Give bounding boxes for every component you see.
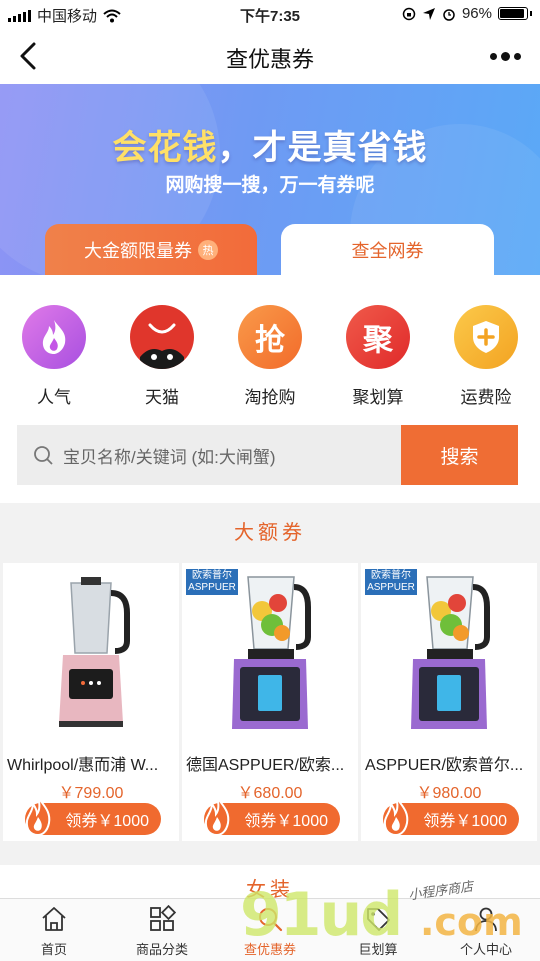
search-input[interactable]: 宝贝名称/关键词 (如:大闸蟹) (17, 425, 401, 485)
page-title: 查优惠券 (225, 47, 314, 72)
tab-coupons[interactable]: 查优惠券 (216, 905, 324, 958)
banner-headline-highlight: 会花钱 (112, 129, 218, 167)
search-button[interactable]: 搜索 (401, 425, 518, 485)
hot-badge: 热 (198, 239, 218, 260)
tab-label: 巨划算 (358, 942, 398, 957)
tag-icon (367, 908, 390, 931)
coupon-label: 领券￥1000 (65, 813, 149, 830)
tab-label: 个人中心 (459, 942, 512, 957)
category-panel: 人气 天猫 抢 淘抢购 聚 聚划算 运费险 宝贝名称/关键词 (如:大闸蟹) 搜… (0, 275, 540, 503)
tab-profile[interactable]: 个人中心 (432, 905, 540, 958)
qiang-icon: 抢 (238, 305, 302, 369)
tab-label: 首页 (40, 942, 67, 957)
product-list: Whirlpool/惠而浦 W... ￥799.00 领券￥1000 欧索普尔 … (0, 563, 540, 843)
category-yunfeixian[interactable]: 运费险 (446, 305, 526, 408)
flame-icon (25, 796, 51, 837)
tab-big-coupons[interactable]: 大金额限量券 热 (45, 224, 257, 275)
search-bar: 宝贝名称/关键词 (如:大闸蟹) 搜索 (17, 425, 518, 485)
shield-plus-icon (454, 305, 518, 369)
product-title: 德国ASPPUER/欧索... (186, 757, 345, 774)
tab-all-web-coupons[interactable]: 查全网券 (281, 224, 494, 275)
rotation-lock-icon (402, 7, 416, 20)
ju-icon: 聚 (346, 305, 410, 369)
location-icon (422, 7, 435, 20)
category-taoqianggou[interactable]: 抢 淘抢购 (230, 305, 310, 408)
category-tmall[interactable]: 天猫 (122, 305, 202, 408)
category-label: 人气 (37, 388, 71, 407)
product-card[interactable]: Whirlpool/惠而浦 W... ￥799.00 领券￥1000 (3, 563, 179, 841)
coupon-label: 领券￥1000 (244, 813, 328, 830)
home-icon (42, 907, 66, 931)
user-icon (475, 907, 497, 932)
tab-home[interactable]: 首页 (0, 905, 108, 958)
tab-categories[interactable]: 商品分类 (108, 905, 216, 958)
alarm-icon (443, 8, 455, 21)
flame-icon (22, 305, 86, 369)
category-renqi[interactable]: 人气 (14, 305, 94, 408)
battery-icon (498, 7, 528, 20)
status-bar: 中国移动 下午7:35 96% (0, 0, 540, 28)
category-juhuasuan[interactable]: 聚 聚划算 (338, 305, 418, 408)
coupon-button[interactable]: 领券￥1000 (204, 796, 340, 837)
flame-icon (383, 796, 409, 837)
category-label: 聚划算 (352, 388, 404, 407)
banner-subtitle: 网购搜一搜，万一有券呢 (165, 175, 375, 196)
tab-big-coupons-label: 大金额限量券 (84, 240, 192, 261)
banner-headline-rest: ，才是真省钱 (217, 129, 428, 167)
coupon-button[interactable]: 领券￥1000 (25, 796, 161, 837)
flame-icon (204, 796, 230, 837)
nav-bar: 查优惠券 (0, 28, 540, 84)
promo-banner: 会花钱，才是真省钱 网购搜一搜，万一有券呢 大金额限量券 热 查全网券 (0, 84, 540, 275)
product-card[interactable]: 欧索普尔 ASPPUER ASPPUER/欧索普尔... ￥980.00 领券￥… (361, 563, 537, 841)
brand-tag: 欧索普尔 ASPPUER (365, 569, 417, 595)
section-title: 大额券 (0, 503, 540, 563)
search-placeholder: 宝贝名称/关键词 (如:大闸蟹) (63, 447, 276, 467)
more-options-icon[interactable] (490, 46, 526, 66)
search-icon (34, 446, 53, 465)
brand-tag: 欧索普尔 ASPPUER (186, 569, 238, 595)
banner-headline: 会花钱，才是真省钱 (0, 120, 540, 169)
tmall-icon (130, 305, 194, 369)
tab-big-deals[interactable]: 巨划算 (324, 905, 432, 958)
battery-percent: 96% (461, 5, 492, 22)
coupon-button[interactable]: 领券￥1000 (383, 796, 519, 837)
tab-label: 查优惠券 (243, 942, 296, 957)
category-label: 运费险 (460, 388, 512, 407)
category-label: 淘抢购 (244, 388, 296, 407)
search-icon (259, 908, 283, 932)
product-card[interactable]: 欧索普尔 ASPPUER 德国ASPPUER/欧索... ￥680.00 领券￥… (182, 563, 358, 841)
grid-icon (150, 905, 176, 931)
bottom-tab-bar: 首页 商品分类 查优惠券 巨划算 个人中心 (0, 898, 540, 961)
product-image (3, 563, 179, 743)
coupon-label: 领券￥1000 (423, 813, 507, 830)
product-title: ASPPUER/欧索普尔... (365, 757, 524, 774)
status-right: 96% (402, 5, 532, 22)
category-label: 天猫 (145, 388, 179, 407)
tab-label: 商品分类 (135, 942, 188, 957)
product-title: Whirlpool/惠而浦 W... (7, 757, 159, 774)
